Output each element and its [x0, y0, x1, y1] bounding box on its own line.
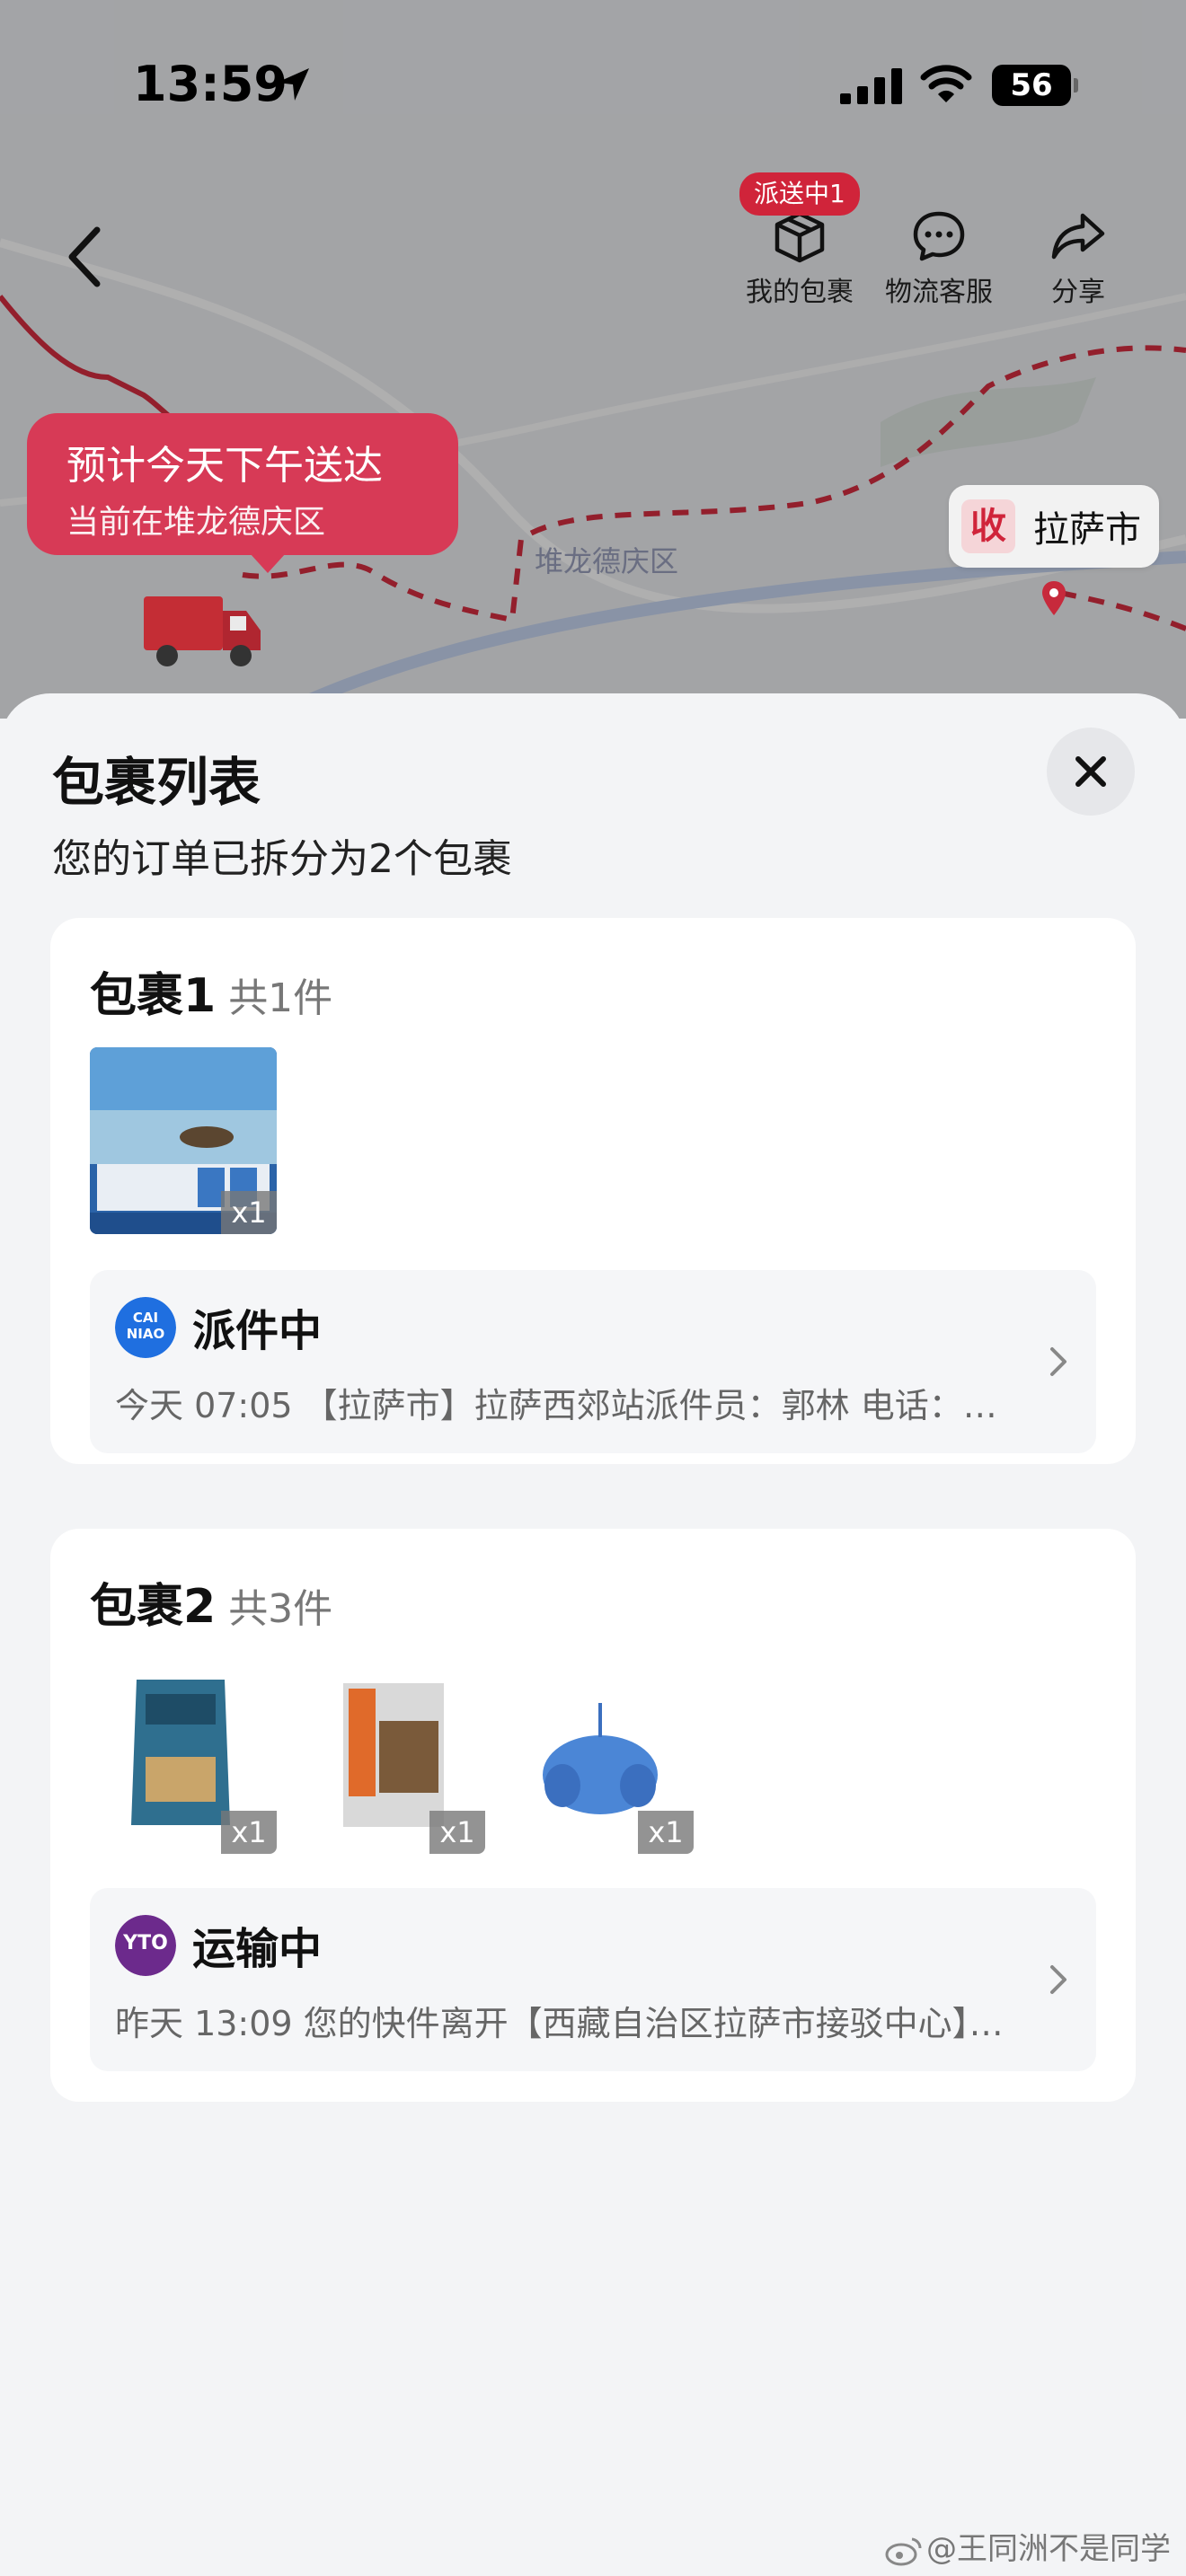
map-district-label: 堆龙德庆区: [535, 544, 679, 578]
back-button[interactable]: [59, 221, 110, 293]
watermark-text: @王同洲不是同学: [926, 2531, 1171, 2567]
share-label: 分享: [1051, 277, 1105, 308]
my-packages-button[interactable]: 我的包裹: [737, 208, 863, 308]
status-time: 13:59: [133, 56, 288, 112]
tracking-status-row[interactable]: CAI NIAO 派件中 今天 07:05 【拉萨市】拉萨西郊站派件员：郭林 电…: [90, 1270, 1096, 1453]
delivery-status: 派件中: [192, 1306, 323, 1356]
product-thumbnail[interactable]: x1: [90, 1667, 277, 1854]
package-count: 共3件: [228, 1586, 333, 1632]
cellular-signal-icon: [840, 68, 902, 104]
eta-bubble: 预计今天下午送达 当前在堆龙德庆区: [27, 413, 458, 573]
package-name: 包裹2: [90, 1580, 217, 1634]
location-arrow-icon: [277, 68, 309, 101]
product-thumbnail[interactable]: x1: [90, 1047, 277, 1234]
tracking-detail: 昨天 13:09 您的快件离开【西藏自治区拉萨市接驳中心】，已发往【拉萨西郊站】: [115, 2004, 1013, 2043]
watermark: @王同洲不是同学: [885, 2524, 1171, 2568]
quantity-label: x1: [221, 1811, 277, 1854]
weibo-icon: [885, 2537, 922, 2565]
share-button[interactable]: 分享: [1015, 208, 1141, 308]
quantity-label: x1: [221, 1191, 277, 1234]
tracking-status-row[interactable]: YTO 运输中 昨天 13:09 您的快件离开【西藏自治区拉萨市接驳中心】，已发…: [90, 1888, 1096, 2071]
chevron-right-icon: [1050, 1965, 1067, 1994]
quantity-label: x1: [429, 1811, 485, 1854]
package-count: 共1件: [228, 975, 333, 1021]
location-pin-icon: [1042, 581, 1066, 615]
product-thumbnail[interactable]: x1: [298, 1667, 485, 1854]
sheet-title: 包裹列表: [52, 752, 261, 813]
quantity-label: x1: [638, 1811, 694, 1854]
package-title: 包裹2 共3件: [90, 1568, 332, 1636]
truck-icon: [144, 596, 261, 666]
package-card: 包裹2 共3件 x1 x1 x1 YTO 运输中 昨天 13:09 您的快件离开…: [50, 1529, 1136, 2102]
battery-indicator: 56: [992, 65, 1078, 106]
package-card: 包裹1 共1件 x1 CAI NIAO 派件中 今天 07:05 【拉萨市】拉萨西…: [50, 918, 1136, 1464]
svg-text:NIAO: NIAO: [127, 1326, 165, 1342]
wifi-icon: [920, 65, 972, 102]
logistics-service-button[interactable]: 物流客服: [876, 208, 1002, 308]
package-icon: [774, 211, 825, 263]
my-packages-label: 我的包裹: [746, 277, 854, 308]
chat-icon: [913, 211, 965, 261]
map-view[interactable]: 堆龙德庆区 预计今天下午送达 当前在堆龙德庆区 收 拉萨市 13:59 56 我…: [0, 0, 1186, 719]
close-icon: [1075, 756, 1106, 787]
sheet-subtitle: 您的订单已拆分为2个包裹: [52, 836, 512, 882]
package-name: 包裹1: [90, 969, 217, 1023]
tracking-detail: 今天 07:05 【拉萨市】拉萨西郊站派件员：郭林 电话：18089081921…: [115, 1386, 1013, 1425]
receive-tag: 收: [961, 499, 1015, 553]
svg-text:CAI: CAI: [133, 1310, 158, 1326]
current-location-text: 当前在堆龙德庆区: [66, 504, 326, 541]
yto-logo-icon: YTO: [115, 1915, 176, 1976]
delivering-badge: 派送中1: [739, 172, 860, 216]
close-button[interactable]: [1047, 728, 1135, 816]
share-icon: [1051, 213, 1105, 260]
package-title: 包裹1 共1件: [90, 957, 332, 1025]
destination-city: 拉萨市: [1033, 509, 1141, 551]
chevron-right-icon: [1050, 1347, 1067, 1376]
eta-text: 预计今天下午送达: [66, 443, 383, 489]
package-list-sheet: 包裹列表 您的订单已拆分为2个包裹 包裹1 共1件 x1 CAI NIAO 派件…: [0, 693, 1186, 2576]
cainiao-logo-icon: CAI NIAO: [115, 1297, 176, 1358]
svg-text:YTO: YTO: [122, 1932, 168, 1954]
destination-marker: 收 拉萨市: [949, 485, 1159, 568]
product-thumbnail[interactable]: x1: [507, 1667, 694, 1854]
delivery-status: 运输中: [192, 1924, 323, 1974]
status-bar: 13:59 56: [0, 0, 1186, 171]
logistics-service-label: 物流客服: [885, 277, 993, 308]
